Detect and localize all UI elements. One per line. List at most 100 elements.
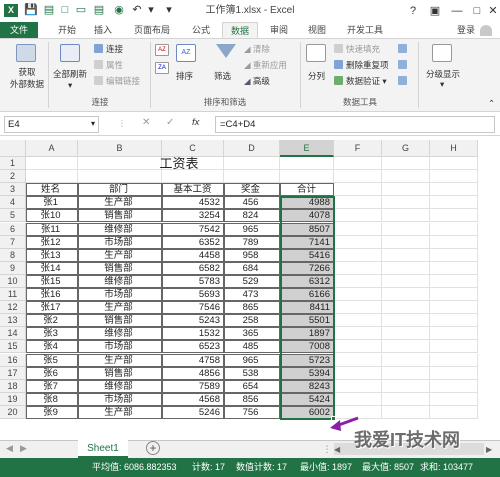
cell[interactable]	[382, 327, 430, 341]
cell[interactable]: 4078	[280, 209, 334, 223]
cell[interactable]: 654	[224, 379, 280, 393]
column-header[interactable]: B	[78, 140, 162, 157]
cell[interactable]: 市场部	[78, 235, 162, 249]
cell[interactable]	[382, 340, 430, 354]
clear-button[interactable]: ◢ 清除	[244, 43, 270, 55]
cell[interactable]	[430, 327, 478, 341]
cell[interactable]: 965	[224, 222, 280, 236]
cell[interactable]	[382, 170, 430, 184]
filter-button[interactable]: 筛选	[214, 70, 231, 82]
cell[interactable]	[430, 353, 478, 367]
ribbon-display-icon[interactable]: ▣	[424, 0, 446, 22]
cell[interactable]	[382, 392, 430, 406]
cell[interactable]: 生产部	[78, 405, 162, 419]
column-header[interactable]: G	[382, 140, 430, 157]
cell[interactable]: 合计	[280, 183, 334, 197]
cell[interactable]	[334, 366, 382, 380]
cell[interactable]	[224, 170, 280, 184]
cell[interactable]: 张8	[26, 392, 78, 406]
cell[interactable]	[382, 301, 430, 315]
cell[interactable]: 张3	[26, 327, 78, 341]
formula-input[interactable]: =C4+D4	[215, 116, 495, 133]
cell[interactable]	[334, 314, 382, 328]
cell[interactable]: 5693	[162, 288, 224, 302]
new-sheet-icon[interactable]: +	[146, 441, 160, 455]
cell[interactable]: 3254	[162, 209, 224, 223]
cell[interactable]	[430, 183, 478, 197]
cell[interactable]: 姓名	[26, 183, 78, 197]
cell[interactable]	[430, 366, 478, 380]
cell[interactable]: 1532	[162, 327, 224, 341]
tab-data[interactable]: 数据	[222, 22, 258, 39]
row-header[interactable]: 5	[0, 209, 26, 223]
cell[interactable]: 756	[224, 405, 280, 419]
reapply-button[interactable]: ◢ 重新应用	[244, 59, 287, 71]
column-header[interactable]: D	[224, 140, 280, 157]
column-header[interactable]: H	[430, 140, 478, 157]
row-header[interactable]: 1	[0, 157, 26, 171]
cell[interactable]	[382, 235, 430, 249]
edit-links-button[interactable]: 编辑链接	[106, 75, 140, 87]
row-header[interactable]: 9	[0, 261, 26, 275]
refresh-all-button[interactable]: 全部刷新	[50, 68, 90, 80]
cell[interactable]	[430, 235, 478, 249]
cell[interactable]: 张9	[26, 405, 78, 419]
cell[interactable]: 7141	[280, 235, 334, 249]
cell[interactable]	[162, 170, 224, 184]
cell[interactable]: 6582	[162, 261, 224, 275]
consolidate-icon[interactable]	[398, 44, 407, 53]
cell[interactable]: 789	[224, 235, 280, 249]
flash-fill-button[interactable]: 快速填充	[346, 43, 380, 55]
cell[interactable]	[334, 327, 382, 341]
cell[interactable]: 6523	[162, 340, 224, 354]
cell[interactable]	[334, 340, 382, 354]
cell[interactable]	[430, 261, 478, 275]
cell[interactable]: 958	[224, 248, 280, 262]
cell[interactable]: 5501	[280, 314, 334, 328]
cell[interactable]	[430, 392, 478, 406]
cell[interactable]: 维修部	[78, 379, 162, 393]
cell[interactable]: 维修部	[78, 222, 162, 236]
cell[interactable]	[430, 314, 478, 328]
cell[interactable]: 485	[224, 340, 280, 354]
cell[interactable]: 538	[224, 366, 280, 380]
cell[interactable]	[334, 222, 382, 236]
cell[interactable]	[382, 261, 430, 275]
cell[interactable]: 生产部	[78, 353, 162, 367]
column-header[interactable]: C	[162, 140, 224, 157]
cell[interactable]: 5243	[162, 314, 224, 328]
sort-az-icon[interactable]: AZ	[155, 44, 169, 56]
cell[interactable]: 7546	[162, 301, 224, 315]
scroll-last-sheet-icon[interactable]: ▶	[20, 443, 27, 454]
cell[interactable]: 5783	[162, 274, 224, 288]
cell[interactable]	[382, 405, 430, 419]
enter-icon[interactable]: ✓	[166, 117, 174, 128]
cell[interactable]: 8507	[280, 222, 334, 236]
row-header[interactable]: 2	[0, 170, 26, 184]
cell[interactable]: 张15	[26, 274, 78, 288]
name-box-dropdown-icon[interactable]: ▾	[91, 119, 95, 128]
sort-za-icon[interactable]: ZA	[155, 62, 169, 74]
cell[interactable]: 部门	[78, 183, 162, 197]
row-header[interactable]: 11	[0, 288, 26, 302]
cell[interactable]: 5424	[280, 392, 334, 406]
cell[interactable]	[382, 288, 430, 302]
cell[interactable]: 473	[224, 288, 280, 302]
cell[interactable]	[334, 261, 382, 275]
cell[interactable]: 4758	[162, 353, 224, 367]
cell[interactable]	[382, 379, 430, 393]
column-header[interactable]: A	[26, 140, 78, 157]
worksheet-grid[interactable]: A B C D E F G H 1 2 3 姓名 部门 基本工资 奖金 合计 4 张1 生产部 4532 456 4988…	[0, 140, 500, 430]
help-icon[interactable]: ?	[402, 0, 424, 22]
cell[interactable]	[334, 392, 382, 406]
cell[interactable]	[382, 157, 430, 171]
cell[interactable]: 824	[224, 209, 280, 223]
user-avatar-icon[interactable]	[480, 25, 492, 36]
cell[interactable]: 5394	[280, 366, 334, 380]
cell[interactable]: 张14	[26, 261, 78, 275]
cell[interactable]	[430, 405, 478, 419]
tab-view[interactable]: 视图	[302, 22, 332, 39]
minimize-icon[interactable]: —	[446, 0, 468, 22]
cell[interactable]	[382, 248, 430, 262]
collapse-ribbon-icon[interactable]: ⌃	[488, 98, 495, 109]
